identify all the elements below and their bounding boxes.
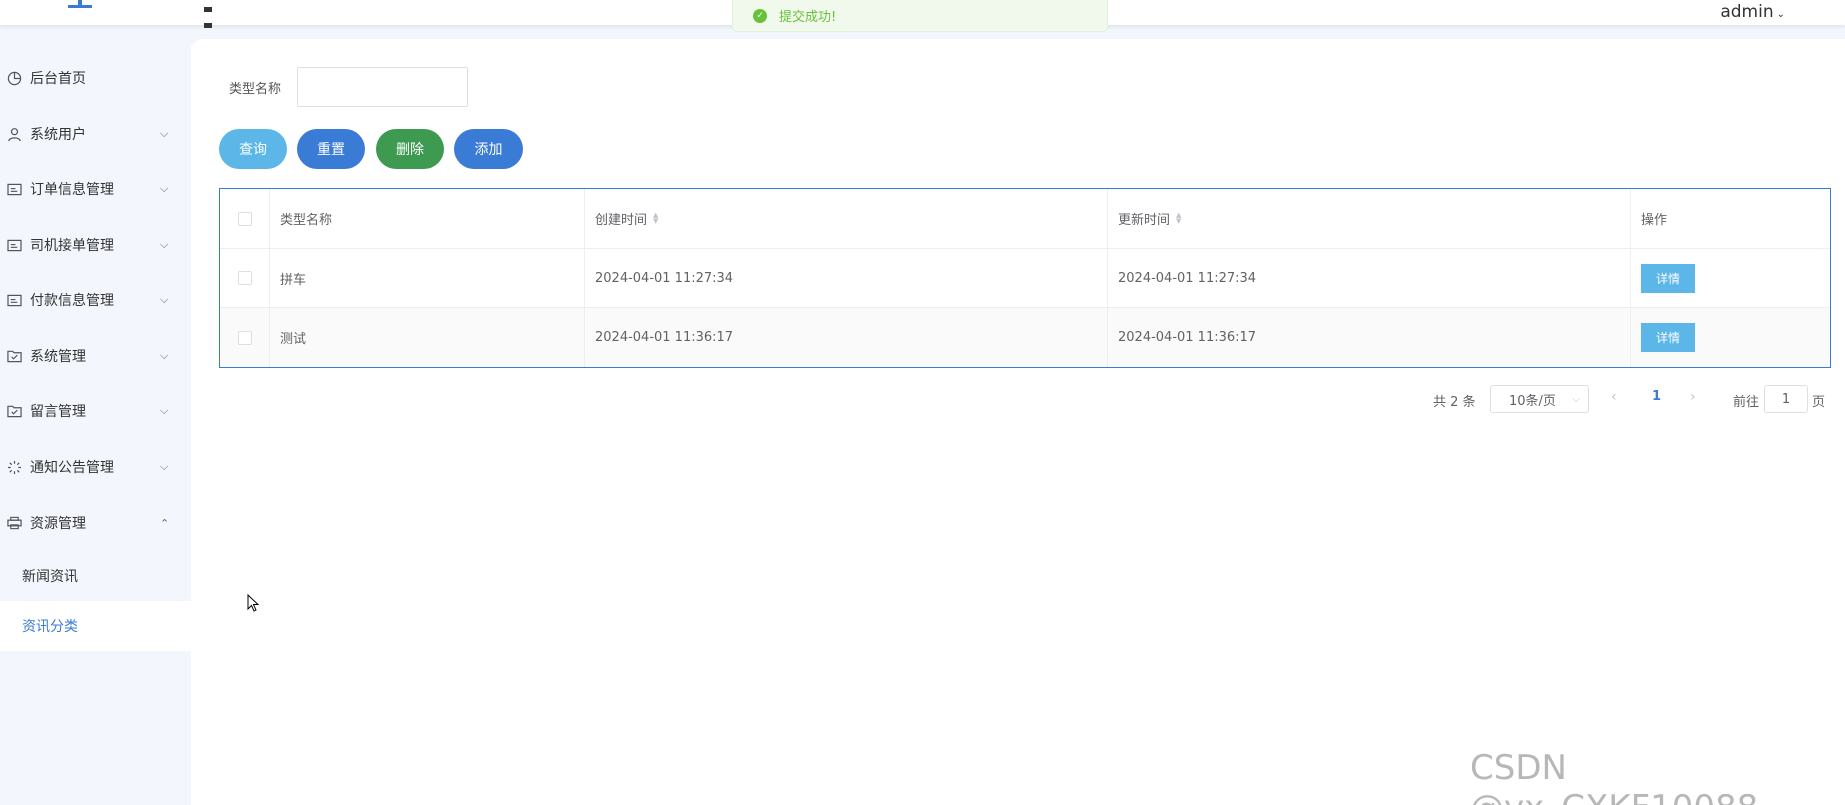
row-checkbox[interactable] <box>237 271 252 285</box>
user-menu[interactable]: admin ⌄ <box>1720 0 1785 27</box>
chevron-down-icon: ⌵ <box>160 460 169 473</box>
chevron-down-icon: ⌵ <box>160 127 169 140</box>
header-cell: 操作 <box>1631 189 1830 248</box>
page-number[interactable]: 1 <box>1652 389 1661 404</box>
add-button[interactable]: 添加 <box>454 129 523 169</box>
sort-icon[interactable]: ▲ ▼ <box>653 211 658 225</box>
header-cell[interactable]: 创建时间 ▲ ▼ <box>585 189 1108 248</box>
sidebar-item-payments[interactable]: 付款信息管理 ⌵ <box>0 280 191 320</box>
menu-toggle-icon[interactable] <box>204 0 224 28</box>
watermark: CSDN @vx_CXKF10088 <box>1470 748 1758 805</box>
sidebar-item-home[interactable]: 后台首页 <box>0 58 191 98</box>
column-header-updated: 更新时间 <box>1118 213 1171 228</box>
user-icon <box>6 126 22 142</box>
user-name: admin <box>1720 2 1774 22</box>
sidebar-item-users[interactable]: 系统用户 ⌵ <box>0 114 191 154</box>
sidebar-item-resources[interactable]: 资源管理 ⌃ <box>0 503 191 543</box>
pagination-total: 共 2 条 <box>1433 395 1476 410</box>
data-table: 类型名称 创建时间 ▲ ▼ 更新时间 ▲ ▼ 操作 拼车 2024-04-01 11:2… <box>219 188 1831 368</box>
page-size-select[interactable]: 10条/页 ⌵ <box>1490 385 1589 413</box>
sidebar-item-messages[interactable]: 留言管理 ⌵ <box>0 391 191 431</box>
sidebar-item-orders[interactable]: 订单信息管理 ⌵ <box>0 169 191 209</box>
chevron-up-icon: ⌃ <box>160 516 170 530</box>
column-header-type-name: 类型名称 <box>280 213 333 228</box>
type-name-input[interactable] <box>297 67 468 107</box>
table-row: 拼车 2024-04-01 11:27:34 2024-04-01 11:27:… <box>220 249 1830 308</box>
delete-button[interactable]: 删除 <box>376 129 444 169</box>
card-icon <box>6 292 22 308</box>
query-button[interactable]: 查询 <box>219 129 287 169</box>
table-row: 测试 2024-04-01 11:36:17 2024-04-01 11:36:… <box>220 308 1830 367</box>
detail-button[interactable]: 详情 <box>1641 263 1695 293</box>
sidebar-item-notices[interactable]: 通知公告管理 ⌵ <box>0 447 191 487</box>
cell-type-name: 测试 <box>280 332 307 347</box>
cell-updated: 2024-04-01 11:27:34 <box>1118 270 1257 286</box>
cell-updated: 2024-04-01 11:36:17 <box>1118 330 1257 345</box>
toast-message: 提交成功! <box>779 10 837 25</box>
chevron-down-icon: ⌵ <box>1572 393 1580 405</box>
card-icon <box>6 181 22 197</box>
printer-icon <box>6 515 22 531</box>
cell-created: 2024-04-01 11:27:34 <box>595 270 734 286</box>
column-header-actions: 操作 <box>1641 213 1668 228</box>
header-select-cell <box>220 189 270 248</box>
table-cell: 测试 <box>270 308 585 367</box>
prev-page-icon[interactable]: ‹ <box>1611 389 1617 405</box>
chevron-down-icon: ⌵ <box>160 349 169 362</box>
search-label: 类型名称 <box>229 82 282 97</box>
reset-button[interactable]: 重置 <box>297 129 365 169</box>
table-header: 类型名称 创建时间 ▲ ▼ 更新时间 ▲ ▼ 操作 <box>220 189 1830 249</box>
select-cell <box>220 249 270 307</box>
chevron-down-icon: ⌵ <box>160 404 169 417</box>
column-header-created: 创建时间 <box>595 213 648 228</box>
cell-created: 2024-04-01 11:36:17 <box>595 330 734 345</box>
header-cell[interactable]: 更新时间 ▲ ▼ <box>1108 189 1631 248</box>
sidebar-item-driver-orders[interactable]: 司机接单管理 ⌵ <box>0 225 191 265</box>
next-page-icon[interactable]: › <box>1690 389 1696 405</box>
header-cell: 类型名称 <box>270 189 585 248</box>
logo-icon <box>68 0 92 8</box>
mouse-cursor-icon <box>247 594 259 612</box>
loading-icon <box>6 459 22 475</box>
table-cell: 详情 <box>1631 249 1830 307</box>
pie-chart-icon <box>6 70 22 86</box>
select-all-checkbox[interactable] <box>237 211 252 226</box>
folder-check-icon <box>6 403 22 419</box>
table-cell: 2024-04-01 11:27:34 <box>1108 249 1631 307</box>
sidebar-item-system[interactable]: 系统管理 ⌵ <box>0 336 191 376</box>
chevron-down-icon: ⌵ <box>160 182 169 195</box>
detail-button[interactable]: 详情 <box>1641 323 1695 352</box>
table-cell: 2024-04-01 11:36:17 <box>1108 308 1631 367</box>
page-size-value: 10条/页 <box>1509 393 1556 409</box>
cell-type-name: 拼车 <box>280 272 307 288</box>
chevron-down-icon: ⌄ <box>1776 9 1785 20</box>
folder-check-icon <box>6 348 22 364</box>
sidebar-item-label: 后台首页 <box>30 71 86 87</box>
table-cell: 2024-04-01 11:36:17 <box>585 308 1108 367</box>
goto-label: 前往 <box>1733 395 1760 410</box>
check-circle-icon: ✓ <box>753 8 767 23</box>
chevron-down-icon: ⌵ <box>160 238 169 251</box>
row-checkbox[interactable] <box>237 330 252 345</box>
sidebar-subitem-news[interactable]: 新闻资讯 <box>0 551 191 601</box>
sort-icon[interactable]: ▲ ▼ <box>1176 211 1181 225</box>
sidebar-subitem-label: 资讯分类 <box>22 619 78 635</box>
success-toast: ✓ 提交成功! <box>732 0 1108 32</box>
select-cell <box>220 308 270 367</box>
table-cell: 2024-04-01 11:27:34 <box>585 249 1108 307</box>
goto-page-input[interactable] <box>1764 385 1808 413</box>
card-icon <box>6 237 22 253</box>
goto-unit: 页 <box>1812 395 1826 410</box>
table-cell: 详情 <box>1631 308 1830 367</box>
chevron-down-icon: ⌵ <box>160 293 169 306</box>
sidebar-subitem-label: 新闻资讯 <box>22 569 78 585</box>
sidebar-subitem-news-category[interactable]: 资讯分类 <box>0 601 191 651</box>
table-cell: 拼车 <box>270 249 585 307</box>
